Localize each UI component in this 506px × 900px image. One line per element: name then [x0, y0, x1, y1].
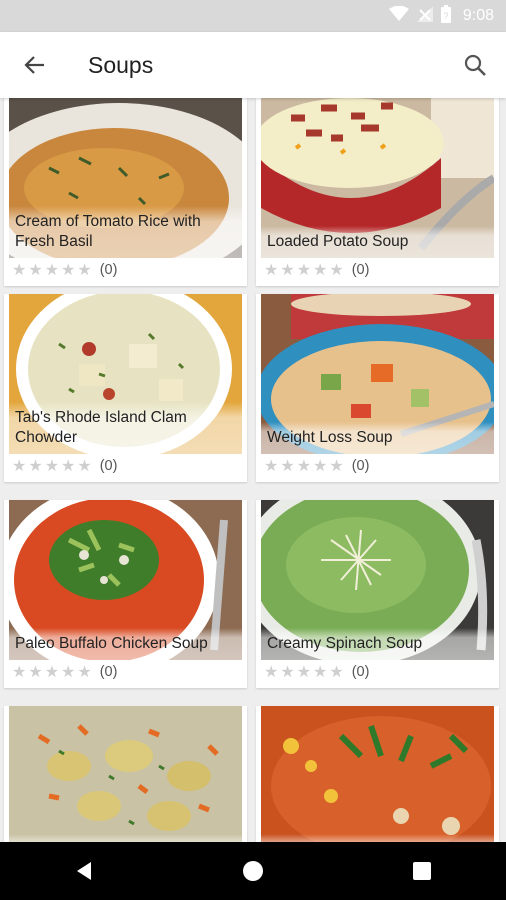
- rating-count: (0): [351, 262, 370, 278]
- star-icon: ★: [28, 262, 43, 279]
- star-icon: ★: [264, 664, 279, 681]
- page-title: Soups: [88, 51, 154, 78]
- recipe-name: Loaded Potato Soup: [261, 226, 494, 258]
- status-time: 9:08: [462, 7, 494, 24]
- recipe-grid: Cream of Tomato Rice with Fresh Basil ★ ★…: [0, 98, 506, 842]
- recipe-card[interactable]: Cream of Tomato Rice with Fresh Basil ★ ★…: [4, 98, 247, 286]
- rating-count: (0): [99, 262, 118, 278]
- star-icon: ★: [329, 664, 344, 681]
- star-icon: ★: [296, 458, 312, 475]
- recipe-photo: Chicken Tortilla Soup: [261, 706, 494, 842]
- recipe-name: Chicken Tortilla Soup: [261, 834, 494, 842]
- rating-stars: ★ ★ ★ ★ ★ (0): [12, 662, 117, 682]
- rating-stars: ★ ★ ★ ★ ★ (0): [12, 260, 117, 280]
- star-icon: ★: [61, 262, 76, 279]
- star-icon: ★: [77, 458, 92, 475]
- star-icon: ★: [44, 664, 60, 681]
- arrow-back-icon: [24, 56, 44, 74]
- status-bar: ? 9:08: [0, 0, 506, 32]
- recipe-name: Chicken Soup with Cheese: [9, 834, 242, 842]
- rating-stars: ★ ★ ★ ★ ★ (0): [264, 456, 369, 476]
- star-icon: ★: [264, 262, 279, 279]
- recipe-card[interactable]: Chicken Soup with Cheese: [4, 706, 247, 842]
- recipe-photo: Tab's Rhode Island Clam Chowder: [9, 294, 242, 454]
- wifi-icon: [388, 5, 409, 26]
- svg-text:?: ?: [443, 11, 448, 21]
- recipe-name: Creamy Spinach Soup: [261, 628, 494, 660]
- star-icon: ★: [77, 262, 92, 279]
- recipe-card[interactable]: Weight Loss Soup ★ ★ ★ ★ ★ (0): [256, 294, 499, 482]
- star-icon: ★: [313, 458, 328, 475]
- rating-count: (0): [99, 458, 118, 474]
- back-triangle-icon: [77, 862, 92, 880]
- star-icon: ★: [296, 262, 312, 279]
- star-icon: ★: [61, 458, 76, 475]
- star-icon: ★: [313, 664, 328, 681]
- recipe-card[interactable]: Paleo Buffalo Chicken Soup ★ ★ ★ ★ ★ (0): [4, 500, 247, 688]
- recipe-name: Cream of Tomato Rice with Fresh Basil: [9, 206, 242, 258]
- recipe-photo: Chicken Soup with Cheese: [9, 706, 242, 842]
- back-button[interactable]: [20, 50, 50, 80]
- star-icon: ★: [12, 458, 27, 475]
- recipe-photo: Weight Loss Soup: [261, 294, 494, 454]
- recipe-photo: Loaded Potato Soup: [261, 98, 494, 258]
- rating-count: (0): [351, 458, 370, 474]
- search-button[interactable]: [460, 50, 490, 80]
- recipe-card[interactable]: Loaded Potato Soup ★ ★ ★ ★ ★ (0): [256, 98, 499, 286]
- nav-home-button[interactable]: [223, 851, 283, 891]
- recipe-card[interactable]: Tab's Rhode Island Clam Chowder ★ ★ ★ ★ ★ (0…: [4, 294, 247, 482]
- star-icon: ★: [280, 458, 295, 475]
- recipe-name: Weight Loss Soup: [261, 422, 494, 454]
- star-icon: ★: [44, 458, 60, 475]
- recipe-name: Paleo Buffalo Chicken Soup: [9, 628, 242, 660]
- recipe-photo: Cream of Tomato Rice with Fresh Basil: [9, 98, 242, 258]
- nav-recents-button[interactable]: [392, 851, 452, 891]
- search-icon: [464, 54, 486, 76]
- star-icon: ★: [12, 262, 27, 279]
- star-icon: ★: [329, 262, 344, 279]
- star-icon: ★: [280, 262, 295, 279]
- recipe-name: Tab's Rhode Island Clam Chowder: [9, 402, 242, 454]
- star-icon: ★: [280, 664, 295, 681]
- recipe-card[interactable]: Creamy Spinach Soup ★ ★ ★ ★ ★ (0): [256, 500, 499, 688]
- star-icon: ★: [329, 458, 344, 475]
- star-icon: ★: [61, 664, 76, 681]
- star-icon: ★: [296, 664, 312, 681]
- star-icon: ★: [313, 262, 328, 279]
- nav-back-button[interactable]: [54, 851, 114, 891]
- recipe-card[interactable]: Chicken Tortilla Soup: [256, 706, 499, 842]
- recents-square-icon: [412, 862, 431, 880]
- app-bar: Soups: [0, 32, 506, 98]
- star-icon: ★: [28, 664, 43, 681]
- rating-count: (0): [99, 664, 118, 680]
- star-icon: ★: [264, 458, 279, 475]
- recipe-photo: Creamy Spinach Soup: [261, 500, 494, 660]
- battery-icon: ?: [440, 5, 451, 27]
- rating-stars: ★ ★ ★ ★ ★ (0): [264, 260, 369, 280]
- signal-icon: [416, 6, 433, 26]
- rating-stars: ★ ★ ★ ★ ★ (0): [264, 662, 369, 682]
- system-nav-bar: [0, 842, 506, 900]
- home-circle-icon: [242, 861, 263, 881]
- star-icon: ★: [12, 664, 27, 681]
- star-icon: ★: [77, 664, 92, 681]
- star-icon: ★: [44, 262, 60, 279]
- recipe-photo: Paleo Buffalo Chicken Soup: [9, 500, 242, 660]
- rating-count: (0): [351, 664, 370, 680]
- star-icon: ★: [28, 458, 43, 475]
- rating-stars: ★ ★ ★ ★ ★ (0): [12, 456, 117, 476]
